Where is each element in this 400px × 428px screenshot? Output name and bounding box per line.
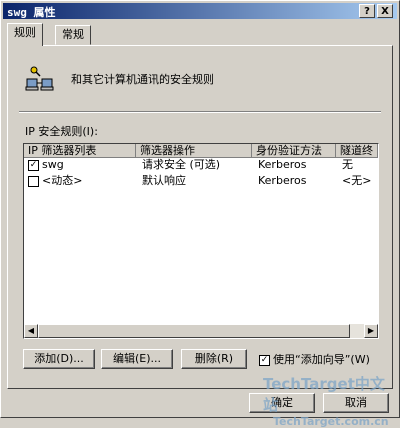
scroll-right-icon[interactable]: ▶ — [364, 324, 378, 338]
cell-tunnel: 无 — [342, 158, 353, 171]
cell-filter-action: 请求安全 (可选) — [142, 158, 221, 171]
wizard-checkbox[interactable]: ✓ — [259, 354, 270, 366]
watermark-text: TechTarget中文站 — [263, 375, 385, 414]
table-row[interactable]: <动态> 默认响应 Kerberos <无> — [24, 174, 378, 188]
add-button[interactable]: 添加(D)... — [23, 349, 95, 369]
edit-button[interactable]: 编辑(E)... — [101, 349, 173, 369]
rule-checkbox[interactable] — [28, 176, 39, 187]
cell-tunnel: <无> — [342, 174, 372, 187]
horizontal-scrollbar[interactable]: ◀ ▶ — [24, 324, 378, 338]
column-header-auth-method[interactable]: 身份验证方法 — [252, 144, 336, 158]
cell-auth-method: Kerberos — [258, 174, 307, 187]
rules-label: IP 安全规则(I): — [25, 125, 98, 138]
window-title: swg 属性 — [7, 6, 56, 19]
close-button[interactable]: X — [377, 4, 393, 18]
remove-button[interactable]: 删除(R) — [181, 349, 247, 369]
cell-filter-list: swg — [42, 158, 64, 171]
cell-auth-method: Kerberos — [258, 158, 307, 171]
separator — [19, 111, 381, 113]
cell-filter-list: <动态> — [42, 174, 83, 187]
tab-rules[interactable]: 规则 — [7, 23, 43, 46]
header-description: 和其它计算机通讯的安全规则 — [71, 73, 214, 86]
table-row[interactable]: ✓ swg 请求安全 (可选) Kerberos 无 — [24, 158, 378, 172]
wizard-label: 使用“添加向导”(W) — [273, 353, 370, 366]
network-computers-icon — [25, 66, 54, 91]
properties-dialog: swg 属性 ? X 规则 常规 和其它计算机通讯的安全规则 IP 安全规则(I… — [0, 0, 400, 428]
rules-list[interactable]: IP 筛选器列表 筛选器操作 身份验证方法 隧道终 ✓ swg 请求安全 (可选… — [23, 143, 379, 339]
column-header-tunnel[interactable]: 隧道终 — [336, 144, 378, 158]
column-header-filter-action[interactable]: 筛选器操作 — [136, 144, 252, 158]
wizard-option[interactable]: ✓ 使用“添加向导”(W) — [259, 351, 370, 367]
help-button[interactable]: ? — [359, 4, 375, 18]
cell-filter-action: 默认响应 — [142, 174, 186, 187]
tab-general[interactable]: 常规 — [55, 25, 91, 45]
watermark: TechTarget中文站 TechTarget.com.cn — [263, 373, 399, 428]
column-header-filter-list[interactable]: IP 筛选器列表 — [24, 144, 136, 158]
scroll-thumb[interactable] — [38, 324, 350, 338]
watermark-subtext: TechTarget.com.cn — [273, 415, 389, 428]
rule-checkbox[interactable]: ✓ — [28, 160, 39, 171]
scroll-left-icon[interactable]: ◀ — [24, 324, 38, 338]
title-bar[interactable]: swg 属性 ? X — [3, 3, 397, 19]
